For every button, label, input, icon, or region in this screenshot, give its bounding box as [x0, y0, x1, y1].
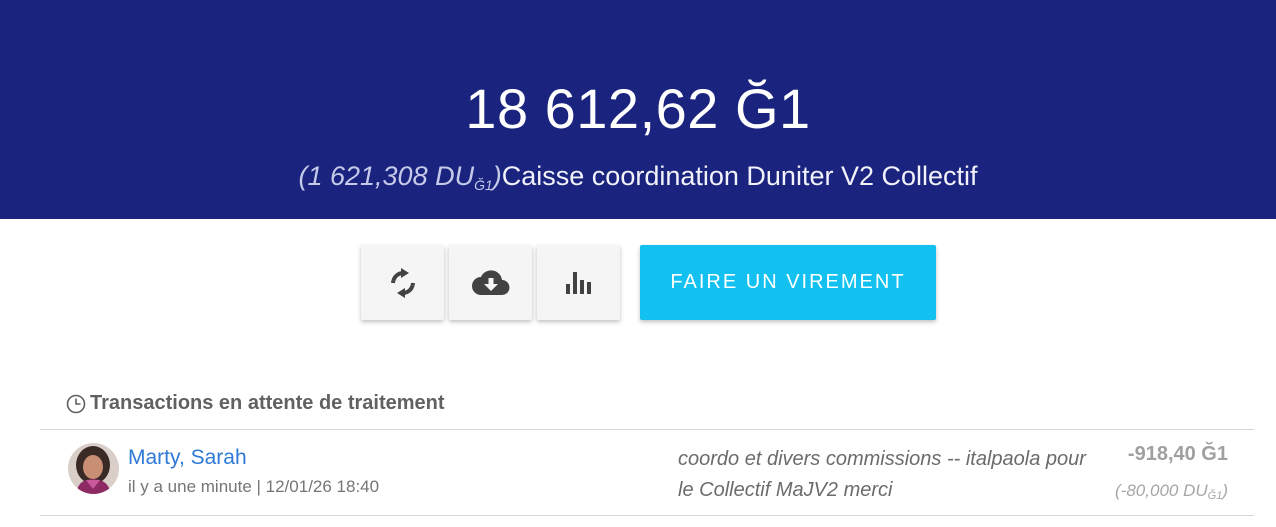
stats-button[interactable] — [537, 245, 620, 320]
transaction-time: il y a une minute | 12/01/26 18:40 — [128, 477, 380, 496]
cloud-download-icon — [471, 269, 510, 296]
clock-icon — [66, 394, 86, 414]
wallet-balance: 18 612,62 Ğ1 — [465, 77, 811, 140]
wallet-header: 18 612,62 Ğ1 (1 621,308 DUĞ1)Caisse coor… — [0, 0, 1276, 219]
divider — [40, 429, 1254, 430]
transaction-comment: coordo et divers commissions -- italpaol… — [678, 444, 1112, 506]
transaction-comment-line: le Collectif MaJV2 merci — [678, 479, 893, 501]
wallet-subtitle: (1 621,308 DUĞ1)Caisse coordination Duni… — [0, 156, 1276, 205]
refresh-button[interactable] — [361, 245, 444, 320]
avatar[interactable] — [68, 443, 119, 494]
transaction-comment-line: coordo et divers commissions -- italpaol… — [678, 448, 1086, 470]
pending-transactions-title: Transactions en attente de traitement — [66, 392, 445, 415]
refresh-icon — [389, 267, 417, 298]
download-button[interactable] — [449, 245, 532, 320]
bar-chart-icon — [565, 271, 593, 295]
transfer-button[interactable]: FAIRE UN VIREMENT — [640, 245, 936, 320]
wallet-name: Caisse coordination Duniter V2 Collectif — [501, 161, 978, 191]
balance-ud: (1 621,308 DUĞ1) — [298, 161, 502, 193]
pending-title-text: Transactions en attente de traitement — [90, 392, 445, 414]
transaction-amount: -918,40 Ğ1 — [1127, 443, 1228, 465]
wallet-toolbar: FAIRE UN VIREMENT — [0, 245, 1276, 321]
divider — [40, 515, 1254, 516]
transaction-issuer-name[interactable]: Marty, Sarah — [128, 446, 247, 470]
transaction-amount-ud: (-80,000 DUĞ1) — [1115, 481, 1228, 502]
